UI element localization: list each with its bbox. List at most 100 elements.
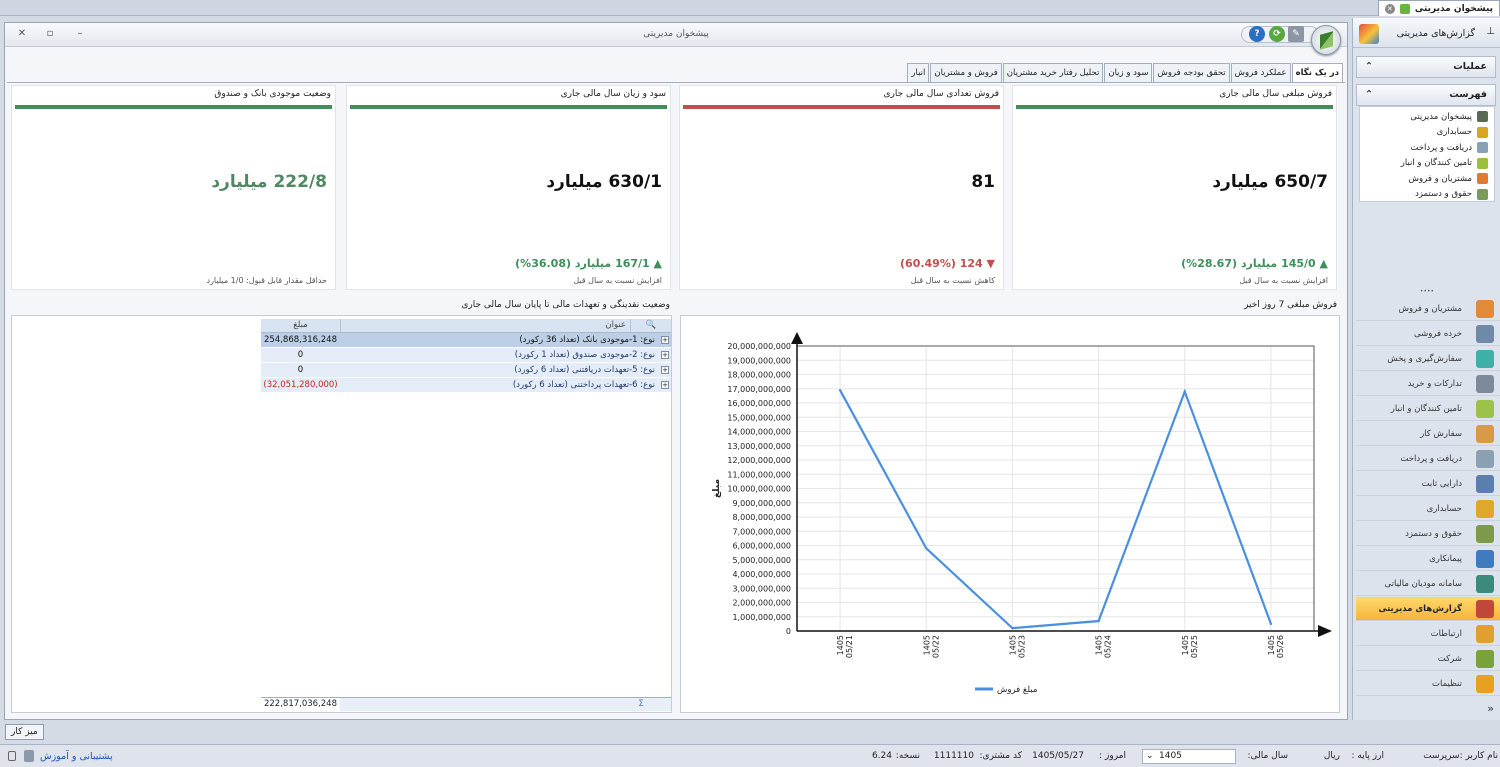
module-icon xyxy=(1476,624,1494,643)
splitter[interactable]: •••• xyxy=(1353,289,1500,295)
module-item[interactable]: سفارش کار xyxy=(1356,422,1500,446)
module-item[interactable]: دارایی ثابت xyxy=(1356,472,1500,496)
list-header[interactable]: فهرست ⌃ xyxy=(1356,84,1496,106)
row-title: نوع: 5-تعهدات دریافتنی (تعداد 6 رکورد) xyxy=(514,365,655,375)
document-tab[interactable]: پیشخوان مدیریتی ✕ xyxy=(1377,0,1500,16)
expand-row-icon[interactable]: + xyxy=(659,333,671,347)
module-item[interactable]: حقوق و دستمزد xyxy=(1356,522,1500,546)
refresh-icon[interactable]: ⟳ xyxy=(1269,26,1285,42)
tab-1[interactable]: عملکرد فروش xyxy=(1230,63,1291,83)
y-tick-label: 7,000,000,000 xyxy=(732,527,791,536)
y-tick-label: 15,000,000,000 xyxy=(727,413,791,422)
database-icon[interactable] xyxy=(24,750,34,762)
restore-window-button[interactable]: ▫ xyxy=(43,27,57,41)
kpi-bar xyxy=(350,105,667,109)
module-item[interactable]: سفارش‌گیری و پخش xyxy=(1356,347,1500,371)
module-icon xyxy=(1476,499,1494,518)
module-item[interactable]: حسابداری xyxy=(1356,497,1500,521)
desktop-button[interactable]: میز کار xyxy=(5,724,44,740)
module-item[interactable]: سامانه مودیان مالیاتی xyxy=(1356,572,1500,596)
table-row[interactable]: + نوع: 6-تعهدات پرداختنی (تعداد 6 رکورد)… xyxy=(261,378,671,393)
data-point xyxy=(838,388,842,392)
sidebar-list-item[interactable]: حسابداری xyxy=(1360,125,1494,141)
module-item[interactable]: پیمانکاری xyxy=(1356,547,1500,571)
expand-row-icon[interactable]: + xyxy=(659,348,671,362)
status-customer-code-label: کد مشتری: xyxy=(979,751,1022,761)
dashboard-icon xyxy=(1399,3,1410,14)
tab-6[interactable]: انبار xyxy=(907,63,930,83)
module-item[interactable]: تامین کنندگان و انبار xyxy=(1356,397,1500,421)
support-link[interactable]: پشتیبانی و آموزش xyxy=(40,751,113,762)
module-icon xyxy=(1476,599,1494,618)
row-title: نوع: 1-موجودی بانک (تعداد 36 رکورد) xyxy=(519,335,655,345)
x-tick-label: 1405 xyxy=(1267,635,1276,655)
x-tick-label: 1405 xyxy=(1181,635,1190,655)
module-item[interactable]: خرده فروشی xyxy=(1356,322,1500,346)
module-item[interactable]: ارتباطات xyxy=(1356,622,1500,646)
operations-header[interactable]: عملیات ⌃ xyxy=(1356,56,1496,78)
lock-icon[interactable] xyxy=(8,751,16,761)
sidebar-list-item[interactable]: پیشخوان مدیریتی xyxy=(1360,109,1494,125)
module-label: گزارش‌های مدیریتی xyxy=(1378,603,1462,614)
fiscal-year-select[interactable]: ⌄ 1405 xyxy=(1142,749,1236,764)
minimize-window-button[interactable]: – xyxy=(73,27,87,41)
sidebar-list-item[interactable]: مشتریان و فروش xyxy=(1360,171,1494,187)
module-item[interactable]: تنظیمات xyxy=(1356,672,1500,696)
data-point xyxy=(1183,390,1186,393)
expand-icon[interactable]: » xyxy=(1487,702,1494,715)
search-icon[interactable]: 🔍 xyxy=(631,319,671,332)
x-tick-label: 05/21 xyxy=(845,635,854,658)
edit-icon[interactable]: ✎ xyxy=(1288,26,1304,42)
sidebar-list-item[interactable]: حقوق و دستمزد xyxy=(1360,187,1494,203)
expand-row-icon[interactable]: + xyxy=(659,363,671,377)
sidebar-list-item[interactable]: دریافت و پرداخت xyxy=(1360,140,1494,156)
pin-icon[interactable]: ⊥ xyxy=(1486,26,1495,37)
tab-4[interactable]: تحلیل رفتار خرید مشتریان xyxy=(1002,63,1104,83)
collapse-icon[interactable]: ⌃ xyxy=(1365,57,1373,77)
close-tab-icon[interactable]: ✕ xyxy=(1384,3,1395,14)
reports-icon xyxy=(1359,24,1379,44)
status-customer-code: 1111110 xyxy=(933,751,974,761)
module-item[interactable]: گزارش‌های مدیریتی xyxy=(1356,597,1500,621)
y-tick-label: 9,000,000,000 xyxy=(732,499,791,508)
tab-0[interactable]: در یک نگاه xyxy=(1291,63,1343,83)
kpi-subtitle: کاهش نسبت به سال قبل xyxy=(910,276,995,285)
module-label: ارتباطات xyxy=(1430,628,1462,639)
module-label: تدارکات و خرید xyxy=(1407,378,1462,389)
sidebar-list-item[interactable]: تامین کنندگان و انبار xyxy=(1360,156,1494,172)
kpi-subtitle: افزایش نسبت به سال قبل xyxy=(1239,276,1328,285)
y-axis-label: مبلغ xyxy=(712,479,722,498)
module-item[interactable]: مشتریان و فروش xyxy=(1356,297,1500,321)
column-title[interactable]: عنوان xyxy=(340,319,631,332)
x-tick-label: 05/26 xyxy=(1276,635,1285,658)
y-tick-label: 5,000,000,000 xyxy=(732,556,791,565)
x-tick-label: 1405 xyxy=(922,635,931,655)
expand-row-icon[interactable]: + xyxy=(659,378,671,392)
status-user: نام کاربر :سرپرست xyxy=(1423,751,1498,761)
module-label: تامین کنندگان و انبار xyxy=(1390,403,1462,414)
tab-5[interactable]: فروش و مشتریان xyxy=(930,63,1002,83)
close-window-button[interactable]: ✕ xyxy=(15,27,29,41)
column-amount[interactable]: مبلغ xyxy=(261,319,340,332)
table-row[interactable]: + نوع: 1-موجودی بانک (تعداد 36 رکورد) 25… xyxy=(261,333,671,348)
collapse-icon[interactable]: ⌃ xyxy=(1365,85,1373,105)
kpi-value: 630/1 میلیارد xyxy=(546,172,662,192)
liquidity-total: 222,817,036,248 xyxy=(261,698,340,711)
help-icon[interactable]: ? xyxy=(1249,26,1265,42)
liquidity-panel: 🔍 عنوان مبلغ + نوع: 1-موجودی بانک (تعداد… xyxy=(11,315,672,713)
kpi-subtitle: افزایش نسبت به سال قبل xyxy=(573,276,662,285)
module-item[interactable]: شرکت xyxy=(1356,647,1500,671)
module-item[interactable]: دریافت و پرداخت xyxy=(1356,447,1500,471)
sidebar-title: گزارش‌های مدیریتی xyxy=(1396,28,1475,39)
status-currency: ریال xyxy=(1323,751,1340,761)
tab-3[interactable]: سود و زیان xyxy=(1104,63,1153,83)
tab-2[interactable]: تحقق بودجه فروش xyxy=(1153,63,1230,83)
module-item[interactable]: تدارکات و خرید xyxy=(1356,372,1500,396)
table-row[interactable]: + نوع: 5-تعهدات دریافتنی (تعداد 6 رکورد)… xyxy=(261,363,671,378)
y-tick-label: 8,000,000,000 xyxy=(732,513,791,522)
app-logo xyxy=(1311,25,1341,55)
table-row[interactable]: + نوع: 2-موجودی صندوق (تعداد 1 رکورد) 0 xyxy=(261,348,671,363)
module-label: تنظیمات xyxy=(1432,678,1462,689)
kpi-title: فروش تعدادی سال مالی جاری xyxy=(883,89,1000,99)
data-point xyxy=(1011,626,1014,630)
